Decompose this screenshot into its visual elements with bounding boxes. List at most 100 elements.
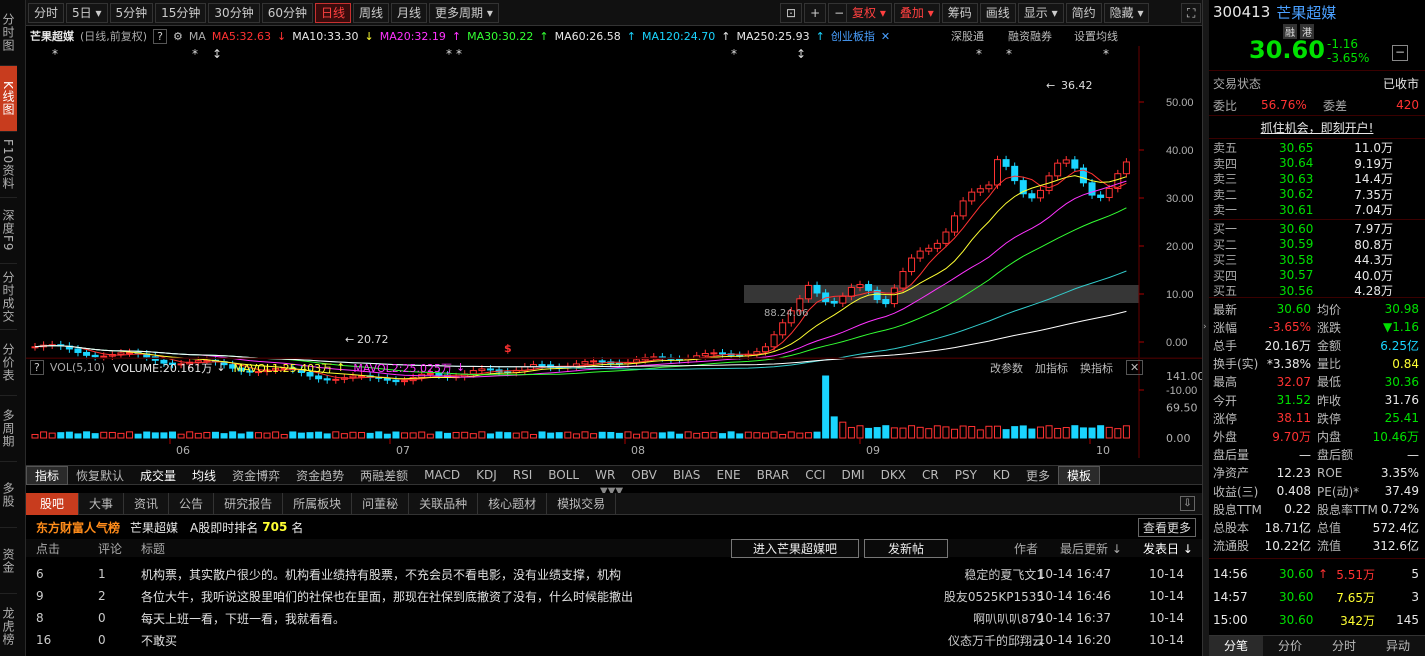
- event-marker-icon[interactable]: ↕: [796, 47, 806, 61]
- index-overlay-link[interactable]: 创业板指: [831, 28, 875, 44]
- indicator-1[interactable]: 恢复默认: [68, 467, 132, 484]
- lock-icon[interactable]: ⊡: [780, 3, 803, 23]
- indicator-5[interactable]: 资金趋势: [288, 467, 352, 484]
- event-marker-icon[interactable]: ↕: [212, 47, 222, 61]
- event-marker-icon[interactable]: *: [446, 47, 452, 61]
- indicator-17[interactable]: DMI: [834, 468, 873, 482]
- indicator-15[interactable]: BRAR: [749, 468, 798, 482]
- period-1[interactable]: 5日 ▾: [66, 2, 108, 23]
- indicator-19[interactable]: CR: [914, 468, 947, 482]
- ask-row[interactable]: 卖一 30.61 7.04万: [1213, 202, 1423, 218]
- toolbar-right-5[interactable]: 简约: [1065, 3, 1102, 23]
- header-updated[interactable]: 最后更新 ↓: [1060, 540, 1122, 557]
- close-overlay-icon[interactable]: ✕: [881, 30, 890, 43]
- fullscreen-icon[interactable]: ⛶: [1181, 3, 1202, 23]
- news-tab-1[interactable]: 大事: [79, 492, 125, 515]
- toolbar-right-1[interactable]: 叠加 ▾: [893, 3, 940, 23]
- vol-change-link[interactable]: 换指标: [1080, 360, 1113, 376]
- news-tab-0[interactable]: 股吧: [26, 492, 80, 515]
- header-published[interactable]: 发表日 ↓: [1143, 540, 1193, 557]
- row-author[interactable]: 稳定的夏飞文1: [964, 566, 1044, 583]
- bid-row[interactable]: 买三 30.58 44.3万: [1213, 252, 1423, 268]
- toolbar-right-3[interactable]: 画线: [979, 3, 1016, 23]
- new-post-button[interactable]: 发新帖: [864, 538, 948, 558]
- row-title[interactable]: 不敢买: [141, 632, 177, 649]
- expand-news-icon[interactable]: ⇩: [1180, 496, 1195, 511]
- period-6[interactable]: 日线: [314, 2, 351, 23]
- event-marker-icon[interactable]: *: [1103, 47, 1109, 61]
- period-0[interactable]: 分时: [28, 2, 65, 23]
- news-row[interactable]: 16 0 不敢买 仪态万千的邱翔云 10-14 16:20 10-14: [26, 629, 1202, 651]
- kline-chart[interactable]: 50.00 40.00 30.00 20.00 10.00 0.00 -10.00 * * ↕ * *…: [26, 46, 1205, 458]
- indicator-20[interactable]: PSY: [947, 468, 985, 482]
- news-tab-2[interactable]: 资讯: [124, 492, 170, 515]
- kline-chart-area[interactable]: 50.00 40.00 30.00 20.00 10.00 0.00 -10.00 * * ↕ * *…: [26, 46, 1205, 458]
- news-tab-4[interactable]: 研究报告: [214, 492, 284, 515]
- indicator-13[interactable]: BIAS: [665, 468, 709, 482]
- indicator-7[interactable]: MACD: [416, 468, 468, 482]
- row-author[interactable]: 啊叭叭叭879: [973, 610, 1044, 627]
- dollar-marker-icon[interactable]: $: [504, 342, 512, 355]
- indicator-8[interactable]: KDJ: [468, 468, 505, 482]
- event-marker-icon[interactable]: *: [52, 47, 58, 61]
- period-8[interactable]: 月线: [391, 2, 428, 23]
- ask-row[interactable]: 卖四 30.64 9.19万: [1213, 156, 1423, 171]
- indicator-12[interactable]: OBV: [623, 468, 665, 482]
- left-nav-item-7[interactable]: 多股: [0, 462, 17, 528]
- vol-add-link[interactable]: 加指标: [1035, 360, 1068, 376]
- news-row[interactable]: 9 2 各位大牛，我听说这股里咱们的社保也在里面，那现在社保到底撤资了没有，什么时候…: [26, 585, 1202, 607]
- news-tab-7[interactable]: 关联品种: [409, 492, 479, 515]
- enter-forum-button[interactable]: 进入芒果超媒吧: [731, 538, 859, 558]
- period-9[interactable]: 更多周期 ▾: [429, 2, 499, 23]
- toolbar-right-6[interactable]: 隐藏 ▾: [1103, 3, 1150, 23]
- quote-tab-1[interactable]: 分价: [1263, 636, 1317, 656]
- collapse-panel-icon[interactable]: ›: [1203, 322, 1207, 332]
- news-row[interactable]: 8 0 每天上班一看，下班一看，我就看看。 啊叭叭叭879 10-14 16:37 10-…: [26, 607, 1202, 629]
- left-nav-item-3[interactable]: 深度F9: [0, 198, 17, 264]
- indicator-0[interactable]: 指标: [26, 465, 69, 485]
- left-nav-item-1[interactable]: K线图: [0, 66, 17, 132]
- vol-param-link[interactable]: 改参数: [990, 360, 1023, 376]
- indicator-16[interactable]: CCI: [797, 468, 833, 482]
- event-marker-icon[interactable]: *: [976, 47, 982, 61]
- panel-splitter[interactable]: ›: [1202, 0, 1209, 656]
- left-nav-item-6[interactable]: 多周期: [0, 396, 17, 462]
- indicator-21[interactable]: KD: [985, 468, 1018, 482]
- indicator-18[interactable]: DKX: [873, 468, 914, 482]
- indicator-22[interactable]: 更多: [1018, 467, 1058, 484]
- indicator-2[interactable]: 成交量: [132, 467, 184, 484]
- quote-tab-2[interactable]: 分时: [1317, 636, 1371, 656]
- left-nav-item-8[interactable]: 资金: [0, 528, 17, 594]
- indicator-9[interactable]: RSI: [505, 468, 541, 482]
- period-4[interactable]: 30分钟: [208, 2, 260, 23]
- news-row[interactable]: 6 1 机构票，其实散户很少的。机构看业绩持有股票，不充会员不看电影，没有业绩支撑，…: [26, 563, 1202, 585]
- indicator-11[interactable]: WR: [587, 468, 623, 482]
- event-marker-icon[interactable]: *: [192, 47, 198, 61]
- indicator-3[interactable]: 均线: [184, 467, 224, 484]
- margin-link[interactable]: 融资融券: [1008, 28, 1052, 44]
- settings-icon[interactable]: ⚙: [173, 30, 183, 43]
- news-tab-3[interactable]: 公告: [169, 492, 215, 515]
- row-author[interactable]: 仪态万千的邱翔云: [948, 632, 1044, 649]
- quote-tab-3[interactable]: 异动: [1371, 636, 1425, 656]
- bid-row[interactable]: 买五 30.56 4.28万: [1213, 283, 1423, 299]
- news-tab-9[interactable]: 模拟交易: [547, 492, 617, 515]
- period-2[interactable]: 5分钟: [109, 2, 154, 23]
- help-icon[interactable]: ?: [153, 28, 167, 44]
- left-nav-item-5[interactable]: 分价表: [0, 330, 17, 396]
- event-marker-icon[interactable]: *: [1006, 47, 1012, 61]
- vol-help-icon[interactable]: ?: [30, 360, 44, 375]
- bid-row[interactable]: 买一 30.60 7.97万: [1213, 221, 1423, 237]
- bid-row[interactable]: 买二 30.59 80.8万: [1213, 237, 1423, 252]
- left-nav-item-9[interactable]: 龙虎榜: [0, 594, 17, 656]
- toolbar-right-0[interactable]: 复权 ▾: [846, 3, 892, 23]
- view-more-button[interactable]: 查看更多: [1137, 517, 1196, 537]
- sgt-link[interactable]: 深股通: [951, 28, 984, 44]
- popularity-title[interactable]: 东方财富人气榜: [36, 519, 120, 536]
- event-marker-icon[interactable]: *: [731, 47, 737, 61]
- row-author[interactable]: 股友0525KP1535: [944, 588, 1044, 605]
- toolbar-right-2[interactable]: 筹码: [941, 3, 978, 23]
- indicator-10[interactable]: BOLL: [540, 468, 587, 482]
- ask-row[interactable]: 卖二 30.62 7.35万: [1213, 187, 1423, 202]
- indicator-14[interactable]: ENE: [708, 468, 748, 482]
